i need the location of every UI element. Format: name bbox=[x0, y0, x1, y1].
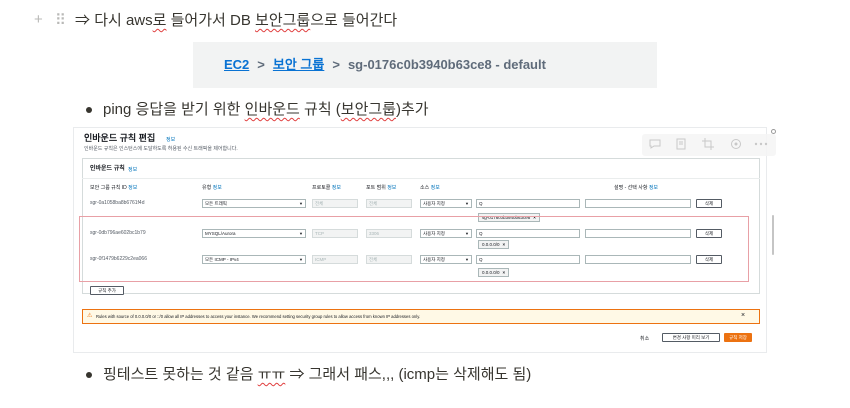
source-search-input[interactable]: Q bbox=[476, 199, 580, 208]
chevron-down-icon: ▼ bbox=[465, 201, 469, 206]
close-icon[interactable]: × bbox=[503, 242, 506, 247]
port-field: 3306 bbox=[366, 229, 412, 238]
header-port: 포트 범위 정보 bbox=[366, 185, 397, 191]
info-link[interactable]: 정보 bbox=[166, 137, 175, 143]
description-input[interactable] bbox=[585, 229, 691, 238]
chevron-down-icon: ▼ bbox=[465, 231, 469, 236]
bullet-item-2: 핑테스트 못하는 것 같음 ㅠㅠ ⇒ 그래서 패스,,, (icmp는 삭제해도… bbox=[103, 365, 531, 385]
bullet1-text-a: ping 응답을 받기 위한 bbox=[103, 101, 241, 118]
search-icon: Q bbox=[479, 257, 483, 262]
add-block-icon[interactable]: + bbox=[34, 11, 43, 28]
protocol-field: ICMP bbox=[312, 255, 358, 264]
bullet2-text-b: ㅠㅠ bbox=[257, 366, 286, 383]
line1-text-d: 보안그룹 bbox=[255, 12, 311, 29]
image-icon[interactable] bbox=[674, 138, 688, 152]
header-type: 유형 정보 bbox=[202, 185, 222, 191]
source-select[interactable]: 사용자 지정 ▼ bbox=[420, 255, 472, 264]
delete-button[interactable]: 삭제 bbox=[696, 255, 722, 264]
cancel-link[interactable]: 취소 bbox=[640, 336, 649, 342]
description-input[interactable] bbox=[585, 255, 691, 264]
source-chip: 0.0.0.0/0 × bbox=[478, 240, 510, 249]
console-screenshot: 인바운드 규칙 편집 정보 인바운드 규칙은 인스턴스에 도달하도록 허용된 수… bbox=[73, 127, 767, 353]
panel-title: 인바운드 규칙 bbox=[90, 166, 125, 172]
preview-changes-button[interactable]: 변경 사항 미리 보기 bbox=[662, 333, 720, 342]
chevron-right-icon: > bbox=[257, 57, 265, 72]
scrollbar[interactable] bbox=[772, 215, 774, 255]
chevron-down-icon: ▼ bbox=[299, 231, 303, 236]
heading-line: ⇒ 다시 aws로 들어가서 DB 보안그룹으로 들어간다 bbox=[75, 11, 397, 31]
source-chip: 0.0.0.0/0 × bbox=[478, 268, 510, 277]
warning-icon: ⚠ bbox=[87, 313, 93, 319]
protocol-field: TCP bbox=[312, 229, 358, 238]
bullet1-text-b: 인바운드 bbox=[244, 101, 300, 118]
description-input[interactable] bbox=[585, 199, 691, 208]
close-icon[interactable]: × bbox=[741, 312, 745, 320]
breadcrumb-current: sg-0176c0b3940b63ce8 - default bbox=[347, 57, 546, 72]
more-icon[interactable] bbox=[754, 138, 768, 152]
source-select[interactable]: 사용자 지정 ▼ bbox=[420, 229, 472, 238]
bullet1-text-c: 규칙 ( bbox=[304, 101, 341, 118]
header-protocol: 프로토콜 정보 bbox=[312, 185, 341, 191]
drag-handle-icon[interactable]: ⠿ bbox=[55, 11, 66, 29]
breadcrumb-image: EC2 > 보안 그룹 > sg-0176c0b3940b63ce8 - default bbox=[193, 42, 657, 88]
rule-id: sgr-0f1479b6229c2ea066 bbox=[90, 256, 147, 262]
breadcrumb: EC2 > 보안 그룹 > sg-0176c0b3940b63ce8 - default bbox=[193, 42, 657, 88]
bullet-dot bbox=[86, 107, 92, 113]
settings-icon[interactable] bbox=[729, 138, 743, 152]
chevron-down-icon: ▼ bbox=[299, 201, 303, 206]
source-search-input[interactable]: Q bbox=[476, 229, 580, 238]
header-description: 설명 - 선택 사항 정보 bbox=[614, 185, 659, 191]
search-icon: Q bbox=[479, 231, 483, 236]
line1-text-c: 들어가서 DB bbox=[170, 12, 251, 29]
save-rules-button[interactable]: 규칙 저장 bbox=[724, 333, 752, 342]
header-rule-id: 보안 그룹 규칙 ID 정보 bbox=[90, 185, 138, 191]
bullet2-text-a: 핑테스트 못하는 것 같음 bbox=[103, 366, 254, 383]
breadcrumb-security-group-link[interactable]: 보안 그룹 bbox=[273, 57, 324, 72]
line1-text-b: 로 bbox=[152, 12, 167, 29]
rule-id: sgr-0db796ae602bc1b79 bbox=[90, 230, 146, 236]
type-select[interactable]: MYSQL/Aurora ▼ bbox=[202, 229, 306, 238]
bullet-item-1: ping 응답을 받기 위한 인바운드 규칙 (보안그룹)추가 bbox=[103, 100, 429, 120]
highlight-box bbox=[79, 216, 749, 282]
source-select[interactable]: 사용자 지정 ▼ bbox=[420, 199, 472, 208]
bullet1-text-e: )추가 bbox=[395, 101, 429, 118]
bullet2-text-c: ⇒ 그래서 패스,,, (icmp는 삭제해도 됨) bbox=[289, 366, 532, 383]
line1-text-e: 으로 들어간다 bbox=[310, 12, 398, 29]
type-select[interactable]: 모든 트래픽 ▼ bbox=[202, 199, 306, 208]
delete-button[interactable]: 삭제 bbox=[696, 199, 722, 208]
port-field: 전체 bbox=[366, 199, 412, 208]
comment-icon[interactable] bbox=[648, 138, 662, 152]
header-source: 소스 정보 bbox=[420, 185, 440, 191]
breadcrumb-ec2-link[interactable]: EC2 bbox=[224, 57, 249, 72]
protocol-field: 전체 bbox=[312, 199, 358, 208]
divider bbox=[82, 178, 760, 179]
resize-handle-icon[interactable] bbox=[771, 129, 776, 134]
page-subtitle: 인바운드 규칙은 인스턴스에 도달하도록 허용된 수신 트래픽을 제어합니다. bbox=[84, 146, 238, 152]
bullet1-text-d: 보안그룹 bbox=[340, 101, 396, 118]
type-select[interactable]: 모든 ICMP - IPv4 ▼ bbox=[202, 255, 306, 264]
crop-icon[interactable] bbox=[701, 138, 715, 152]
page-title: 인바운드 규칙 편집 bbox=[84, 133, 156, 143]
bullet-dot bbox=[86, 372, 92, 378]
port-field: 전체 bbox=[366, 255, 412, 264]
close-icon[interactable]: × bbox=[503, 270, 506, 275]
warning-text: Rules with source of 0.0.0.0/0 or ::/0 a… bbox=[96, 314, 421, 319]
arrow-symbol: ⇒ bbox=[75, 12, 91, 29]
rule-id: sgr-0a1058ba8b6761f4d bbox=[90, 200, 145, 206]
panel-info-link[interactable]: 정보 bbox=[128, 167, 137, 173]
source-search-input[interactable]: Q bbox=[476, 255, 580, 264]
add-rule-button[interactable]: 규칙 추가 bbox=[90, 286, 124, 295]
chevron-down-icon: ▼ bbox=[299, 257, 303, 262]
delete-button[interactable]: 삭제 bbox=[696, 229, 722, 238]
line1-text-a: 다시 aws bbox=[94, 12, 153, 29]
search-icon: Q bbox=[479, 201, 483, 206]
chevron-down-icon: ▼ bbox=[465, 257, 469, 262]
chevron-right-icon: > bbox=[332, 57, 340, 72]
